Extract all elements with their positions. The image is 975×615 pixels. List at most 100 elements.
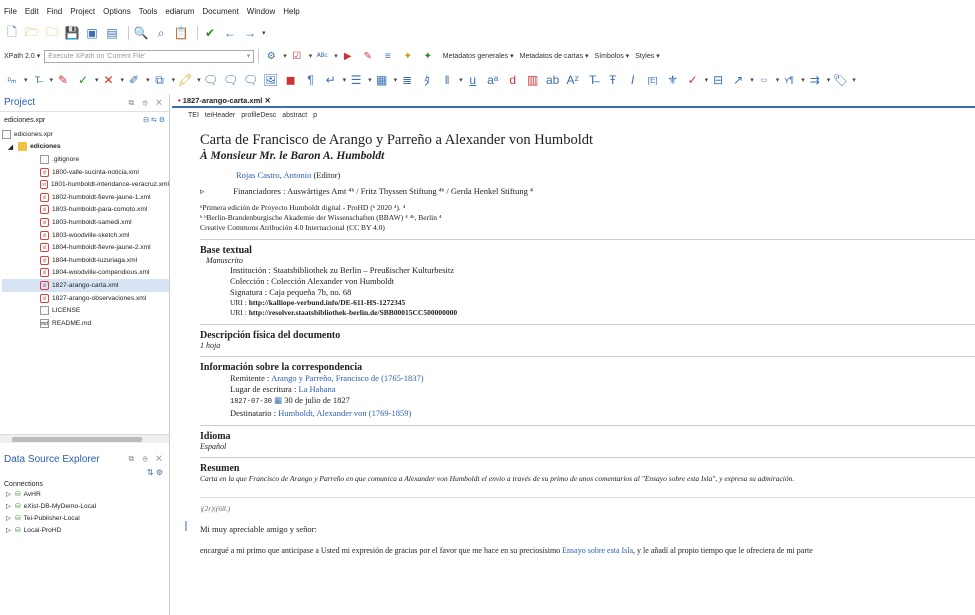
resumen-text[interactable]: Carta en la que Francisco de Arango y Pa… (200, 474, 975, 483)
profiling-dropdown-icon[interactable]: ▾ (50, 76, 54, 84)
menu-edit[interactable]: Edit (25, 7, 39, 16)
column-icon[interactable]: ‖ (439, 72, 455, 88)
note-icon[interactable]: 🗨 (203, 72, 219, 88)
connection-item[interactable]: ▷ ⛁ eXist-DB-MyDemo-Local (0, 500, 169, 512)
profiling-icon[interactable]: T̶ (30, 72, 46, 88)
line-break-icon[interactable]: ↵ (323, 72, 339, 88)
menu-ediarum[interactable]: ediarum (165, 7, 194, 16)
tree-folder[interactable]: ◢ ediciones (2, 141, 169, 154)
track-changes-icon[interactable]: ✎ (55, 72, 71, 88)
copy-dropdown-icon[interactable]: ▾ (172, 76, 176, 84)
image-icon[interactable]: 🖼 (263, 72, 279, 88)
tree-file[interactable]: xl 1827-arango-observaciones.xml (2, 292, 169, 305)
note2-icon[interactable]: 🗨 (223, 72, 239, 88)
dse-panel-controls[interactable]: ⧉ ⊕ ✕ (129, 454, 165, 464)
dse-config-icon[interactable]: ⇅ ⚙ (0, 468, 169, 477)
underline-icon[interactable]: u (465, 72, 481, 88)
horizontal-scrollbar[interactable] (0, 434, 169, 443)
validate-icon[interactable]: ✔ (202, 25, 218, 41)
menu-options[interactable]: Options (103, 7, 131, 16)
print-icon[interactable]: ▤ (104, 25, 120, 41)
close-tab-icon[interactable]: ✕ (264, 96, 270, 105)
indent-dropdown-icon[interactable]: ▾ (827, 76, 831, 84)
table-dropdown-icon[interactable]: ▾ (394, 76, 398, 84)
tags-dropdown-icon[interactable]: ▾ (24, 76, 28, 84)
find-icon[interactable]: 🔍 (133, 25, 149, 41)
tag-icon[interactable]: 🏷 (832, 72, 848, 88)
find-replace-icon[interactable]: ⌕ (153, 25, 169, 41)
styles-menu[interactable]: Styles ▾ (635, 52, 660, 60)
crumb-abstract[interactable]: abstract (282, 112, 307, 119)
tree-file-selected[interactable]: xl 1827-arango-carta.xml (2, 279, 169, 292)
metadatos-cartas-menu[interactable]: Metadatos de cartas ▾ (520, 52, 589, 60)
indent-icon[interactable]: ⇉ (807, 72, 823, 88)
format-indent-icon[interactable]: ≡ (380, 48, 396, 64)
tree-file[interactable]: md README.md (2, 317, 169, 330)
accept-change-icon[interactable]: ✓ (75, 72, 91, 88)
menu-window[interactable]: Window (247, 7, 275, 16)
open-folder-icon[interactable]: 🗁 (24, 25, 40, 41)
table-icon[interactable]: ▦ (374, 72, 390, 88)
overstrike-icon[interactable]: Ŧ (605, 72, 621, 88)
save-all-icon[interactable]: ▣ (84, 25, 100, 41)
copy-icon[interactable]: ⧉ (152, 72, 168, 88)
calendar-icon[interactable]: ▦ (274, 395, 282, 405)
metadatos-generales-menu[interactable]: Metadatos generales ▾ (443, 52, 514, 60)
xpath-version-select[interactable]: XPath 2.0 ▾ (4, 52, 40, 61)
deletion-icon[interactable]: ﾀ (419, 72, 435, 88)
menu-project[interactable]: Project (70, 7, 95, 16)
tags-display-icon[interactable]: ᵖₘ (4, 72, 20, 88)
debug2-icon[interactable]: ✦ (420, 48, 436, 64)
pilcrow-icon[interactable]: ¶ (303, 72, 319, 88)
date-dropdown-icon[interactable]: ▾ (776, 76, 780, 84)
tree-file[interactable]: xl 1803-humboldt-samedi.xml (2, 216, 169, 229)
open-url-icon[interactable]: 🗀 (44, 25, 60, 41)
forward-arrow-icon[interactable]: → (242, 25, 258, 41)
menu-help[interactable]: Help (283, 7, 299, 16)
gap-icon[interactable]: ⚜ (665, 72, 681, 88)
strike-icon[interactable]: T̶ (585, 72, 601, 88)
connection-item[interactable]: ▷ ⛁ Local-ProHD (0, 524, 169, 536)
crumb-teiheader[interactable]: teiHeader (205, 112, 235, 119)
choice-icon[interactable]: ⊟ (710, 72, 726, 88)
tree-file[interactable]: xl 1804-woodville-compendious.xml (2, 267, 169, 280)
back-arrow-icon[interactable]: ← (222, 25, 238, 41)
link-arrow-icon[interactable]: ↗ (730, 72, 746, 88)
hand-dropdown-icon[interactable]: ▾ (705, 76, 709, 84)
highlight-icon[interactable]: 🖍 (177, 72, 193, 88)
spellcheck-icon[interactable]: ᴬᴮᶜ (314, 48, 330, 64)
comment-icon[interactable]: ✐ (126, 72, 142, 88)
crumb-tei[interactable]: TEI (188, 112, 199, 119)
reject-change-icon[interactable]: ✕ (101, 72, 117, 88)
crumb-profiledesc[interactable]: profileDesc (241, 112, 276, 119)
highlight-dropdown-icon[interactable]: ▾ (197, 76, 201, 84)
tag-dropdown-icon[interactable]: ▾ (852, 76, 856, 84)
org-icon[interactable]: ab (545, 72, 561, 88)
variant-dropdown-icon[interactable]: ▾ (801, 76, 805, 84)
validate-dropdown-icon[interactable]: ▾ (309, 52, 313, 60)
person-icon[interactable]: d (505, 72, 521, 88)
date-code[interactable]: 1827-07-30 (230, 398, 272, 406)
hand-icon[interactable]: ✓ (685, 72, 701, 88)
editor-name[interactable]: Rojas Castro, Antonio (236, 170, 311, 180)
tree-file[interactable]: .gitignore (2, 153, 169, 166)
place-icon[interactable]: ▥ (525, 72, 541, 88)
link-with-editor-icon[interactable]: ⊟ ⇆ ⚙ (143, 116, 165, 124)
variant-icon[interactable]: ʏ¶ (781, 72, 797, 88)
gear-dropdown-icon[interactable]: ▾ (283, 52, 287, 60)
accept-dropdown-icon[interactable]: ▾ (95, 76, 99, 84)
menu-file[interactable]: File (4, 7, 17, 16)
history-dropdown-icon[interactable]: ▾ (262, 29, 266, 37)
reject-dropdown-icon[interactable]: ▾ (121, 76, 125, 84)
align-icon[interactable]: ≣ (399, 72, 415, 88)
addition-icon[interactable]: Aᶻ (565, 72, 581, 88)
panel-controls[interactable]: ⧉ ⊕ ✕ (129, 98, 165, 108)
link-dropdown-icon[interactable]: ▾ (750, 76, 754, 84)
tree-file[interactable]: xl 1803-woodville-sketch.xml (2, 229, 169, 242)
run-transform-icon[interactable]: ▶ (340, 48, 356, 64)
tree-file[interactable]: LICENSE (2, 304, 169, 317)
menu-tools[interactable]: Tools (139, 7, 158, 16)
connection-item[interactable]: ▷ ⛁ AvHR (0, 488, 169, 500)
save-icon[interactable]: 💾 (64, 25, 80, 41)
new-file-icon[interactable]: 🗋 (4, 25, 20, 41)
